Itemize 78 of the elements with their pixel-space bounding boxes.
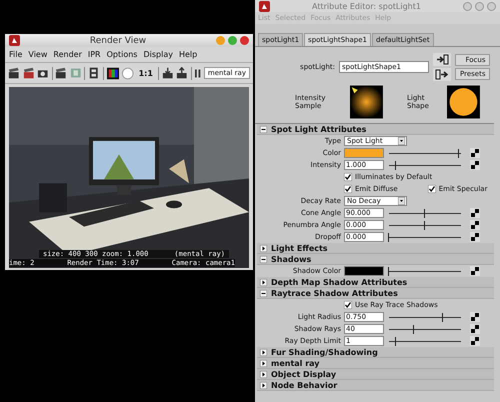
map-button-icon[interactable] <box>470 208 480 218</box>
menu-item[interactable]: Options <box>106 50 138 59</box>
color-swatch[interactable] <box>344 266 384 276</box>
input-connection-icon[interactable] <box>433 53 451 66</box>
expand-toggle-icon[interactable] <box>260 278 267 286</box>
checkbox-icon[interactable] <box>344 173 352 181</box>
slider[interactable] <box>389 208 461 218</box>
checkbox-icon[interactable] <box>344 301 352 309</box>
section-header[interactable]: Raytrace Shadow Attributes <box>257 288 494 299</box>
caret-icon <box>398 197 405 205</box>
expand-toggle-icon[interactable] <box>260 348 267 356</box>
window-title: Render View <box>88 36 148 46</box>
slider[interactable] <box>389 266 461 276</box>
section-title: Shadows <box>271 254 312 264</box>
section-header[interactable]: Shadows <box>257 254 494 265</box>
slider[interactable] <box>389 160 461 170</box>
expand-toggle-icon[interactable] <box>260 382 267 388</box>
section-title: Light Effects <box>271 244 328 252</box>
expand-toggle-icon[interactable] <box>260 256 267 262</box>
app-icon <box>9 35 20 46</box>
menu-item[interactable]: IPR <box>88 50 101 59</box>
expand-toggle-icon[interactable] <box>260 360 267 366</box>
map-button-icon[interactable] <box>470 312 480 322</box>
clapboard-icon[interactable] <box>22 67 34 79</box>
intensity-sample-swatch <box>350 83 383 121</box>
slider[interactable] <box>389 148 461 158</box>
map-button-icon[interactable] <box>470 336 480 346</box>
slider[interactable] <box>389 324 461 334</box>
section-title: Node Behavior <box>271 380 338 390</box>
output-connection-icon[interactable] <box>433 68 451 81</box>
expand-toggle-icon[interactable] <box>260 126 267 132</box>
section-title: Object Display <box>271 370 336 378</box>
section-title: Spot Light Attributes <box>271 124 366 134</box>
slider[interactable] <box>389 312 461 322</box>
menu-item[interactable]: Help <box>178 50 198 59</box>
menu-item[interactable]: Render <box>53 50 82 59</box>
section-header[interactable]: Object Display <box>257 369 494 380</box>
actual-size-button[interactable]: 1:1 <box>136 68 155 78</box>
map-button-icon[interactable] <box>470 148 480 158</box>
slider[interactable] <box>389 220 461 230</box>
menu-item[interactable]: View <box>28 50 48 59</box>
map-button-icon[interactable] <box>470 266 480 276</box>
close-button[interactable] <box>240 36 249 45</box>
section-header[interactable]: Spot Light Attributes <box>257 124 494 135</box>
section-header[interactable]: mental ray <box>257 358 494 369</box>
slider[interactable] <box>389 336 461 346</box>
map-button-icon[interactable] <box>470 232 480 242</box>
caret-icon <box>398 137 405 145</box>
menu-item[interactable]: Display <box>143 50 173 59</box>
menu-item[interactable]: File <box>9 50 22 59</box>
map-button-icon[interactable] <box>470 160 480 170</box>
section-title: Fur Shading/Shadowing <box>271 348 378 356</box>
checkbox-icon[interactable] <box>344 185 352 193</box>
rgb-channel-icon[interactable] <box>106 66 120 80</box>
expand-toggle-icon[interactable] <box>260 244 267 252</box>
app-icon <box>259 0 270 12</box>
color-swatch[interactable] <box>344 148 384 158</box>
section-title: mental ray <box>271 358 320 368</box>
map-button-icon[interactable] <box>470 324 480 334</box>
slider[interactable] <box>389 232 461 242</box>
clapboard-icon[interactable] <box>55 67 67 79</box>
expand-toggle-icon[interactable] <box>260 370 267 378</box>
light-shape-swatch <box>447 83 480 121</box>
window-title: Attribute Editor: spotLight1 <box>311 2 422 10</box>
section-title: Depth Map Shadow Attributes <box>271 278 408 286</box>
keep-image-icon[interactable] <box>162 67 174 79</box>
section-header[interactable]: Node Behavior <box>257 380 494 391</box>
section-header[interactable]: Depth Map Shadow Attributes <box>257 277 494 288</box>
film-icon[interactable] <box>88 67 100 79</box>
section-header[interactable]: Fur Shading/Shadowing <box>257 347 494 358</box>
clapboard-icon[interactable] <box>8 67 20 79</box>
remove-image-icon[interactable] <box>176 67 188 79</box>
map-button-icon[interactable] <box>470 220 480 230</box>
section-title: Raytrace Shadow Attributes <box>271 288 398 298</box>
expand-toggle-icon[interactable] <box>260 290 267 296</box>
section-header[interactable]: Light Effects <box>257 243 494 254</box>
checkbox-icon[interactable] <box>428 185 436 193</box>
pause-icon[interactable] <box>194 68 201 78</box>
